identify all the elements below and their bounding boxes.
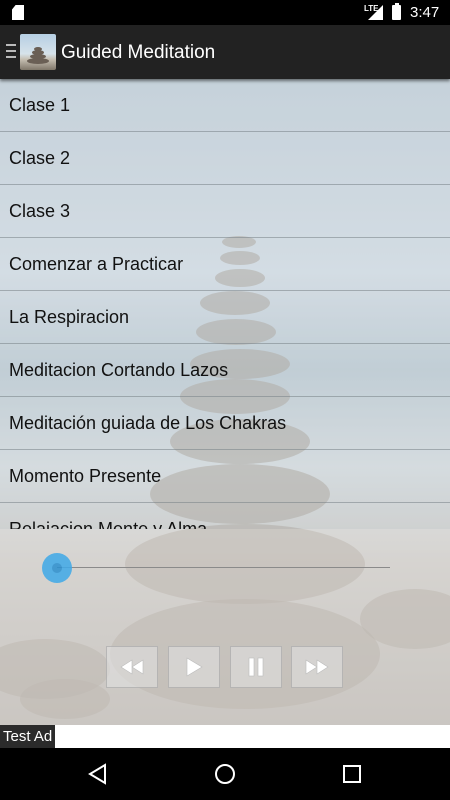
home-icon[interactable] bbox=[213, 762, 237, 786]
action-bar: Guided Meditation bbox=[0, 25, 450, 79]
menu-icon[interactable] bbox=[6, 44, 16, 60]
seek-bar[interactable] bbox=[57, 567, 390, 568]
ad-label: Test Ad bbox=[0, 725, 56, 748]
navigation-bar bbox=[0, 748, 450, 800]
seek-thumb[interactable] bbox=[42, 553, 72, 583]
rewind-icon bbox=[120, 659, 144, 675]
recent-apps-icon[interactable] bbox=[340, 762, 364, 786]
ad-banner[interactable]: Test Ad bbox=[0, 725, 450, 748]
list-item[interactable]: Clase 1 bbox=[0, 79, 450, 132]
list-item[interactable]: Meditación guiada de Los Chakras bbox=[0, 397, 450, 450]
media-player bbox=[0, 529, 450, 725]
app-logo[interactable] bbox=[20, 34, 56, 70]
list-item[interactable]: Comenzar a Practicar bbox=[0, 238, 450, 291]
clock: 3:47 bbox=[410, 4, 440, 21]
status-bar: LTE 3:47 bbox=[0, 0, 450, 25]
pause-icon bbox=[248, 657, 264, 677]
lesson-list: Clase 1 Clase 2 Clase 3 Comenzar a Pract… bbox=[0, 79, 450, 529]
list-item[interactable]: Clase 3 bbox=[0, 185, 450, 238]
page-title: Guided Meditation bbox=[61, 42, 216, 63]
fast-forward-button[interactable] bbox=[291, 646, 343, 688]
battery-icon bbox=[392, 3, 401, 20]
pause-button[interactable] bbox=[230, 646, 282, 688]
rewind-button[interactable] bbox=[106, 646, 158, 688]
list-item[interactable]: Relajacion Mente y Alma bbox=[0, 503, 450, 529]
back-icon[interactable] bbox=[86, 762, 110, 786]
list-item[interactable]: Meditacion Cortando Lazos bbox=[0, 344, 450, 397]
list-item[interactable]: Momento Presente bbox=[0, 450, 450, 503]
list-item[interactable]: La Respiracion bbox=[0, 291, 450, 344]
network-type: LTE bbox=[364, 4, 379, 13]
sd-card-icon bbox=[12, 5, 24, 20]
fast-forward-icon bbox=[305, 659, 329, 675]
play-icon bbox=[186, 657, 203, 677]
play-button[interactable] bbox=[168, 646, 220, 688]
list-item[interactable]: Clase 2 bbox=[0, 132, 450, 185]
